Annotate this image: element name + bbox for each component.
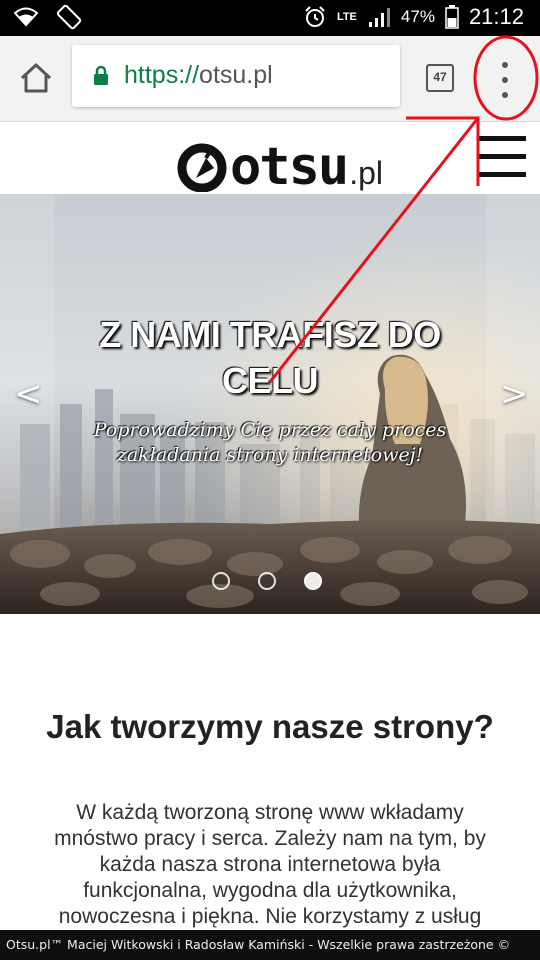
section-body: W każdą tworzoną stronę www wkładamy mnó… <box>54 801 486 928</box>
slider-dot-1[interactable] <box>212 572 230 590</box>
clock: 21:12 <box>468 4 524 29</box>
slider-next-button[interactable]: > <box>500 374 529 414</box>
home-icon <box>20 63 52 93</box>
hero-slider: < > Z NAMI TRAFISZ DO CELU Poprowadzimy … <box>0 194 540 614</box>
footer-bar: Otsu.pl™ Maciej Witkowski i Radosław Kam… <box>0 930 540 960</box>
logo-mark-icon <box>177 143 227 192</box>
network-type: LTE <box>336 10 357 23</box>
url-scheme: https:// <box>124 61 200 89</box>
url-text: https://otsu.pl <box>124 61 273 90</box>
screen-rotation-icon <box>56 4 82 30</box>
wifi-icon <box>14 7 38 27</box>
home-button[interactable] <box>16 58 56 98</box>
hamburger-icon[interactable] <box>478 134 526 180</box>
address-bar[interactable]: https://otsu.pl <box>72 45 400 107</box>
hero-title: Z NAMI TRAFISZ DO CELU <box>99 314 441 401</box>
logo-text: otsu <box>230 137 349 197</box>
slider-dot-2[interactable] <box>258 572 276 590</box>
signal-icon <box>368 8 390 27</box>
browser-toolbar: https://otsu.pl 47 <box>0 36 540 122</box>
more-vert-icon[interactable] <box>492 60 518 100</box>
logo-tld: .pl <box>349 155 384 191</box>
section-heading: Jak tworzymy nasze strony? <box>46 708 494 745</box>
site-logo[interactable]: otsu .pl <box>176 130 384 197</box>
slider-dots <box>212 572 322 590</box>
status-bar: LTE 47% 21:12 <box>0 0 540 36</box>
hero-background-image <box>0 194 540 614</box>
alarm-icon <box>305 6 325 27</box>
slider-prev-button[interactable]: < <box>14 374 43 414</box>
battery-percent: 47% <box>400 7 435 26</box>
lock-icon <box>94 65 108 85</box>
tab-switcher-icon[interactable]: 47 <box>426 64 454 92</box>
slider-dot-3[interactable] <box>304 572 322 590</box>
url-host: otsu.pl <box>199 61 273 89</box>
hero-subtitle: Poprowadzimy Cię przez cały proces zakła… <box>93 419 447 466</box>
site-header: otsu .pl <box>0 122 540 197</box>
battery-icon <box>445 5 459 29</box>
